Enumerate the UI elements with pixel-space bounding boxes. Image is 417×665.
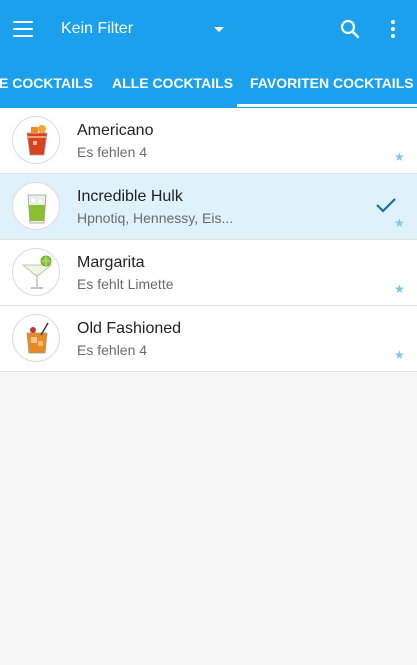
incredible-hulk-image xyxy=(12,182,60,230)
cocktail-name: Americano xyxy=(77,122,154,139)
more-vertical-icon[interactable] xyxy=(386,17,400,41)
favorite-star-icon[interactable]: ★ xyxy=(394,282,405,296)
hamburger-menu-icon[interactable] xyxy=(12,18,36,40)
filter-dropdown[interactable]: Kein Filter xyxy=(61,17,231,43)
dropdown-arrow-icon xyxy=(214,27,224,32)
tab-alle-cocktails[interactable]: ALLE COCKTAILS xyxy=(112,58,233,108)
favorite-star-icon[interactable]: ★ xyxy=(394,150,405,164)
old-fashioned-image xyxy=(12,314,60,362)
cocktail-name: Incredible Hulk xyxy=(77,188,183,205)
list-item[interactable]: Americano Es fehlen 4 ★ xyxy=(0,108,417,174)
toolbar: Kein Filter xyxy=(0,0,417,58)
tab-bar: E COCKTAILS ALLE COCKTAILS FAVORITEN COC… xyxy=(0,58,417,108)
cocktail-subtitle: Es fehlen 4 xyxy=(77,144,148,160)
list-item[interactable]: Old Fashioned Es fehlen 4 ★ xyxy=(0,306,417,372)
list-item[interactable]: Incredible Hulk Hpnotiq, Hennessy, Eis..… xyxy=(0,174,417,240)
cocktail-list: Americano Es fehlen 4 ★ Incredible Hulk … xyxy=(0,108,417,372)
margarita-image xyxy=(12,248,60,296)
list-item[interactable]: Margarita Es fehlt Limette ★ xyxy=(0,240,417,306)
favorite-star-icon[interactable]: ★ xyxy=(394,348,405,362)
cocktail-subtitle: Es fehlt Limette xyxy=(77,276,174,292)
cocktail-name: Margarita xyxy=(77,254,145,271)
cocktail-subtitle: Es fehlen 4 xyxy=(77,342,148,358)
cocktail-subtitle: Hpnotiq, Hennessy, Eis... xyxy=(77,210,234,226)
filter-label: Kein Filter xyxy=(61,20,134,37)
americano-image xyxy=(12,116,60,164)
tab-indicator xyxy=(237,104,417,107)
app-bar: Kein Filter E COCKTAILS ALLE COCKTAILS F… xyxy=(0,0,417,108)
tab-cocktails-partial[interactable]: E COCKTAILS xyxy=(0,58,93,108)
search-icon[interactable] xyxy=(338,17,362,41)
cocktail-name: Old Fashioned xyxy=(77,320,182,337)
tab-favoriten-cocktails[interactable]: FAVORITEN COCKTAILS xyxy=(250,58,414,108)
favorite-star-icon[interactable]: ★ xyxy=(394,216,405,230)
